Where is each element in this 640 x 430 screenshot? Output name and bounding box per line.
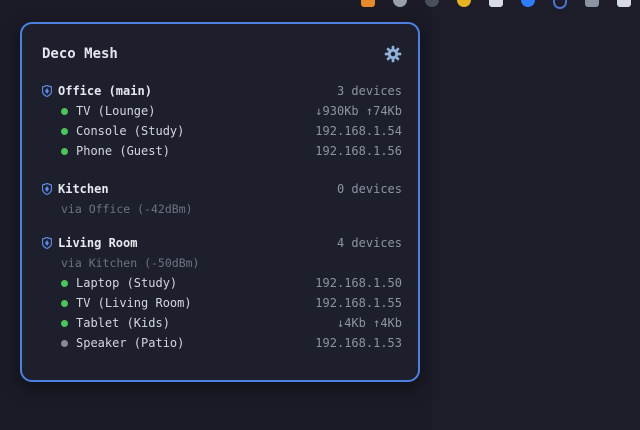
offline-status-icon [61,340,68,347]
device-name: TV (Living Room) [76,296,192,310]
shield-icon [42,85,52,97]
device-ip: 192.168.1.50 [315,276,402,290]
online-status-icon [61,320,68,327]
node-device-count: 3 devices [336,84,402,98]
system-tray [0,0,640,10]
device-row[interactable]: TV (Lounge) ↓930Kb ↑74Kb [42,101,402,121]
shield-icon [42,237,52,249]
device-row[interactable]: Phone (Guest) 192.168.1.56 [42,141,402,161]
device-traffic: ↓4Kb ↑4Kb [336,316,402,330]
device-name: Tablet (Kids) [76,316,170,330]
online-status-icon [61,148,68,155]
device-traffic: ↓930Kb ↑74Kb [315,104,402,118]
node-name: Office (main) [58,84,152,98]
shield-icon [42,183,52,195]
popup-title: Deco Mesh [42,46,118,62]
device-name: TV (Lounge) [76,104,156,118]
online-status-icon [61,128,68,135]
device-name: Speaker (Patio) [76,336,185,350]
cloud-icon[interactable] [480,0,512,9]
node-name: Living Room [58,236,138,250]
device-name: Phone (Guest) [76,144,170,158]
device-name: Laptop (Study) [76,276,178,290]
node-uplink: via Kitchen (-50dBm) [61,256,200,270]
headphones-icon[interactable] [416,0,448,9]
deco-mesh-popup: Deco Mesh Office (main) 3 devices TV (Lo… [20,22,420,382]
device-row[interactable]: Laptop (Study) 192.168.1.50 [42,273,402,293]
device-ip: 192.168.1.56 [315,144,402,158]
node-name: Kitchen [58,182,109,196]
popup-header: Deco Mesh [42,44,404,64]
node-device-count: 0 devices [336,182,402,196]
device-row[interactable]: Tablet (Kids) ↓4Kb ↑4Kb [42,313,402,333]
device-ip: 192.168.1.55 [315,296,402,310]
device-ip: 192.168.1.53 [315,336,402,350]
node-office-main: Office (main) 3 devices TV (Lounge) ↓930… [42,81,402,161]
camera-icon[interactable] [384,0,416,9]
device-row[interactable]: TV (Living Room) 192.168.1.55 [42,293,402,313]
device-name: Console (Study) [76,124,185,138]
online-status-icon [61,300,68,307]
gear-icon[interactable] [384,45,402,63]
node-device-count: 4 devices [336,236,402,250]
node-kitchen: Kitchen 0 devices via Office (-42dBm) [42,179,402,219]
wifi-signal-icon[interactable] [352,0,384,9]
node-header[interactable]: Living Room 4 devices [42,233,402,253]
online-status-icon [61,280,68,287]
node-header[interactable]: Kitchen 0 devices [42,179,402,199]
blue-circle-icon[interactable] [512,0,544,9]
node-header[interactable]: Office (main) 3 devices [42,81,402,101]
node-living-room: Living Room 4 devices via Kitchen (-50dB… [42,233,402,353]
device-ip: 192.168.1.54 [315,124,402,138]
network-icon[interactable] [576,0,608,9]
device-row[interactable]: Speaker (Patio) 192.168.1.53 [42,333,402,353]
user-icon[interactable] [608,0,640,9]
shield-icon[interactable] [544,0,576,9]
background-shade [432,0,640,430]
online-status-icon [61,108,68,115]
device-row[interactable]: Console (Study) 192.168.1.54 [42,121,402,141]
notification-bell-icon[interactable] [448,0,480,9]
node-uplink: via Office (-42dBm) [61,202,193,216]
